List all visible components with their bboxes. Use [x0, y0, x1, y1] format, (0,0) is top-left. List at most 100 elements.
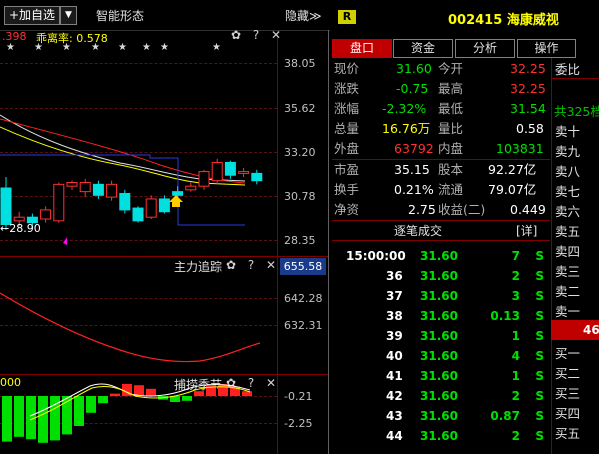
smart-pattern-menu[interactable]: 智能形态	[96, 7, 144, 24]
candle-body	[211, 161, 223, 182]
candle-body	[119, 192, 131, 211]
sell-level-label: 卖五	[555, 224, 581, 239]
price-tick: 30.78	[284, 190, 316, 203]
quote-value: 103831	[496, 141, 544, 156]
candle-body	[13, 216, 25, 222]
tab-analysis[interactable]: 分析	[455, 39, 515, 58]
candle-body	[145, 198, 157, 218]
order-book-total: 共325档	[554, 104, 599, 119]
trade-price: 31.60	[420, 269, 458, 283]
trade-time: 38	[386, 309, 403, 323]
quote-label: 外盘	[334, 141, 360, 156]
price-axis-divider	[277, 30, 278, 454]
watchlist-dropdown-button[interactable]: ▼	[60, 6, 77, 25]
quote-value: -0.75	[396, 81, 429, 96]
tab-order-book[interactable]: 盘口	[332, 39, 392, 58]
quote-row: 市盈 35.15 股本 92.27亿	[334, 160, 548, 180]
trade-time: 39	[386, 329, 403, 343]
quote-row: 现价 31.60 今开 32.25	[334, 59, 548, 79]
quote-label: 今开	[438, 61, 464, 76]
tab-operations[interactable]: 操作	[517, 39, 576, 58]
panel2-tick: 642.28	[284, 292, 323, 305]
quote-label: 内盘	[438, 141, 464, 156]
stock-title: 002415 海康威视	[448, 9, 559, 28]
season-bar	[74, 396, 84, 426]
star-icon: ★	[91, 42, 100, 53]
quote-label: 涨幅	[334, 101, 360, 116]
sell-level-label: 卖六	[555, 204, 581, 219]
hide-toggle-button[interactable]: 隐藏≫	[285, 7, 322, 24]
candle-body	[106, 183, 118, 198]
order-ratio-label: 委比	[555, 62, 581, 77]
season-bar	[146, 388, 156, 396]
buy-level-label: 买三	[555, 386, 581, 401]
season-bar	[110, 393, 120, 396]
candle-body	[132, 207, 144, 222]
buy-level-label: 买一	[555, 346, 581, 361]
trade-row: 36 31.60 2 S	[334, 266, 548, 286]
quote-row: 换手 0.21% 流通 79.07亿	[334, 180, 548, 200]
trades-detail-link[interactable]: [详]	[516, 222, 537, 239]
sell-level-label: 卖二	[555, 284, 581, 299]
star-icon: ★	[160, 42, 169, 53]
price-tick: 35.62	[284, 102, 316, 115]
tab-funds[interactable]: 资金	[393, 39, 453, 58]
divider	[551, 78, 599, 79]
trade-volume: 3	[511, 289, 520, 303]
season-bar	[98, 396, 108, 404]
price-tick: 28.35	[284, 234, 316, 247]
quote-value: 0.449	[510, 202, 546, 217]
main-pane-icons[interactable]: ✿ ? ✕	[231, 28, 285, 42]
panel3-tick: -2.25	[284, 417, 313, 430]
candlestick-chart[interactable]	[0, 55, 277, 255]
trade-side: S	[535, 349, 544, 363]
trade-price: 31.60	[420, 409, 458, 423]
season-bar	[38, 396, 48, 443]
quote-value: 31.60	[396, 61, 432, 76]
trade-time: 37	[386, 289, 403, 303]
price-tick: 33.20	[284, 146, 316, 159]
stock-code: 002415	[448, 13, 503, 28]
panel2-icons[interactable]: ✿ ? ✕	[226, 258, 280, 272]
sell-level-label: 卖一	[555, 304, 581, 319]
candle-body	[40, 209, 52, 220]
trade-price: 31.60	[420, 289, 458, 303]
candle-body	[79, 182, 91, 193]
quote-value: 2.75	[408, 202, 436, 217]
quote-label: 市盈	[334, 162, 360, 177]
candle-body	[92, 183, 104, 196]
quote-row: 外盘 63792 内盘 103831	[334, 139, 548, 159]
quote-label: 量比	[438, 121, 464, 136]
trade-price: 31.60	[420, 329, 458, 343]
trade-side: S	[535, 309, 544, 323]
trade-time: 42	[386, 389, 403, 403]
sell-level-label: 卖七	[555, 184, 581, 199]
trade-volume: 0.87	[490, 409, 520, 423]
quote-row: 涨幅 -2.32% 最低 31.54	[334, 99, 548, 119]
quote-value: -2.32%	[382, 101, 427, 116]
trade-volume: 0.13	[490, 309, 520, 323]
buy-level-label: 买四	[555, 406, 581, 421]
trade-side: S	[535, 329, 544, 343]
trade-volume: 1	[511, 329, 520, 343]
buy-level-label: 买五	[555, 426, 581, 441]
quote-value: 63792	[394, 141, 434, 156]
trade-price: 31.60	[420, 249, 458, 263]
quote-row: 涨跌 -0.75 最高 32.25	[334, 79, 548, 99]
season-bar	[194, 391, 204, 396]
trade-price: 31.60	[420, 349, 458, 363]
trade-row: 44 31.60 2 S	[334, 426, 548, 446]
quote-label: 股本	[438, 162, 464, 177]
trade-time: 44	[386, 429, 403, 443]
candle-body	[158, 198, 170, 213]
trade-row: 41 31.60 1 S	[334, 366, 548, 386]
quote-value: 31.54	[510, 101, 546, 116]
trade-volume: 4	[511, 349, 520, 363]
panel2-tick: 632.31	[284, 319, 323, 332]
add-watchlist-button[interactable]: +加自选	[4, 6, 61, 25]
stock-name: 海康威视	[506, 13, 559, 28]
trade-volume: 1	[511, 369, 520, 383]
trade-row: 37 31.60 3 S	[334, 286, 548, 306]
candle-body	[172, 191, 184, 196]
low-price-label: ←28.90	[0, 222, 41, 235]
